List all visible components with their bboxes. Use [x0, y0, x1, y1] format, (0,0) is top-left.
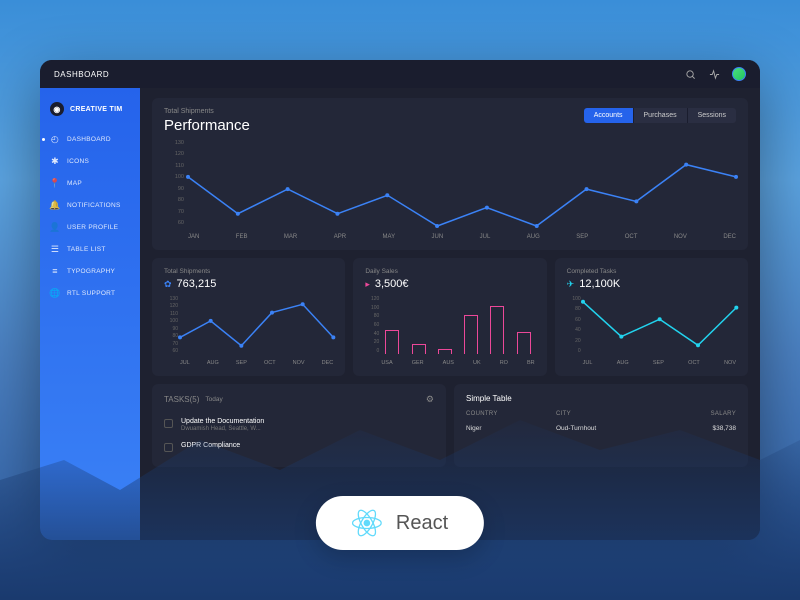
user-icon: 👤	[50, 222, 60, 232]
task-checkbox[interactable]	[164, 419, 173, 428]
completed-tasks-panel: Completed Tasks ✈12,100K 100806040200JUL…	[555, 258, 748, 376]
performance-chart: 13012011010090807060 JANFEBMARAPRMAYJUNJ…	[164, 140, 736, 240]
table-header: COUNTRY CITY SALARY	[466, 411, 736, 421]
react-icon	[352, 508, 382, 538]
tasks-chart: 100806040200JULAUGSEPOCTNOV	[567, 296, 736, 366]
tab-accounts[interactable]: Accounts	[584, 108, 634, 123]
page-title: DASHBOARD	[54, 70, 109, 79]
tab-purchases[interactable]: Purchases	[634, 108, 688, 123]
dashboard-icon: ◴	[50, 134, 60, 144]
search-icon[interactable]	[684, 68, 696, 80]
delivery-icon: ▸	[365, 279, 370, 290]
sales-chart: 120100806040200USAGERAUSUKROBR	[365, 296, 534, 366]
sidebar-item-icons[interactable]: ✱ICONS	[40, 150, 140, 172]
brand-icon: ◉	[50, 102, 64, 116]
sidebar-item-dashboard[interactable]: ◴DASHBOARD	[40, 128, 140, 150]
gear-icon[interactable]: ⚙	[426, 394, 434, 405]
brand-label: CREATIVE TIM	[70, 106, 122, 113]
brand[interactable]: ◉ CREATIVE TIM	[40, 98, 140, 128]
activity-icon[interactable]	[708, 68, 720, 80]
topbar-actions	[684, 67, 746, 81]
sidebar-item-table-list[interactable]: ☰TABLE LIST	[40, 238, 140, 260]
sidebar-item-typography[interactable]: ≡TYPOGRAPHY	[40, 260, 140, 282]
pin-icon: 📍	[50, 178, 60, 188]
task-row: Update the DocumentationDwuamish Head, S…	[164, 413, 434, 437]
hero-subtitle: Total Shipments	[164, 108, 250, 115]
hero-tabs: Accounts Purchases Sessions	[584, 108, 736, 123]
sidebar-item-rtl-support[interactable]: 🌐RTL SUPPORT	[40, 282, 140, 304]
topbar: DASHBOARD	[40, 60, 760, 88]
tab-sessions[interactable]: Sessions	[688, 108, 736, 123]
avatar[interactable]	[732, 67, 746, 81]
performance-panel: Total Shipments Performance Accounts Pur…	[152, 98, 748, 250]
react-badge: React	[316, 496, 484, 550]
daily-sales-panel: Daily Sales ▸3,500€ 120100806040200USAGE…	[353, 258, 546, 376]
task-checkbox[interactable]	[164, 443, 173, 452]
globe-icon: 🌐	[50, 288, 60, 298]
send-icon: ✈	[567, 279, 575, 290]
bell-icon: 🔔	[50, 200, 60, 210]
bell-icon: ✿	[164, 279, 172, 290]
list-icon: ☰	[50, 244, 60, 254]
sidebar-item-user-profile[interactable]: 👤USER PROFILE	[40, 216, 140, 238]
sidebar-item-notifications[interactable]: 🔔NOTIFICATIONS	[40, 194, 140, 216]
atom-icon: ✱	[50, 156, 60, 166]
sidebar-item-map[interactable]: 📍MAP	[40, 172, 140, 194]
hero-title: Performance	[164, 117, 250, 134]
react-label: React	[396, 512, 448, 535]
total-shipments-panel: Total Shipments ✿763,215 130120110100908…	[152, 258, 345, 376]
text-icon: ≡	[50, 266, 60, 276]
shipments-chart: 13012011010090807060JULAUGSEPOCTNOVDEC	[164, 296, 333, 366]
